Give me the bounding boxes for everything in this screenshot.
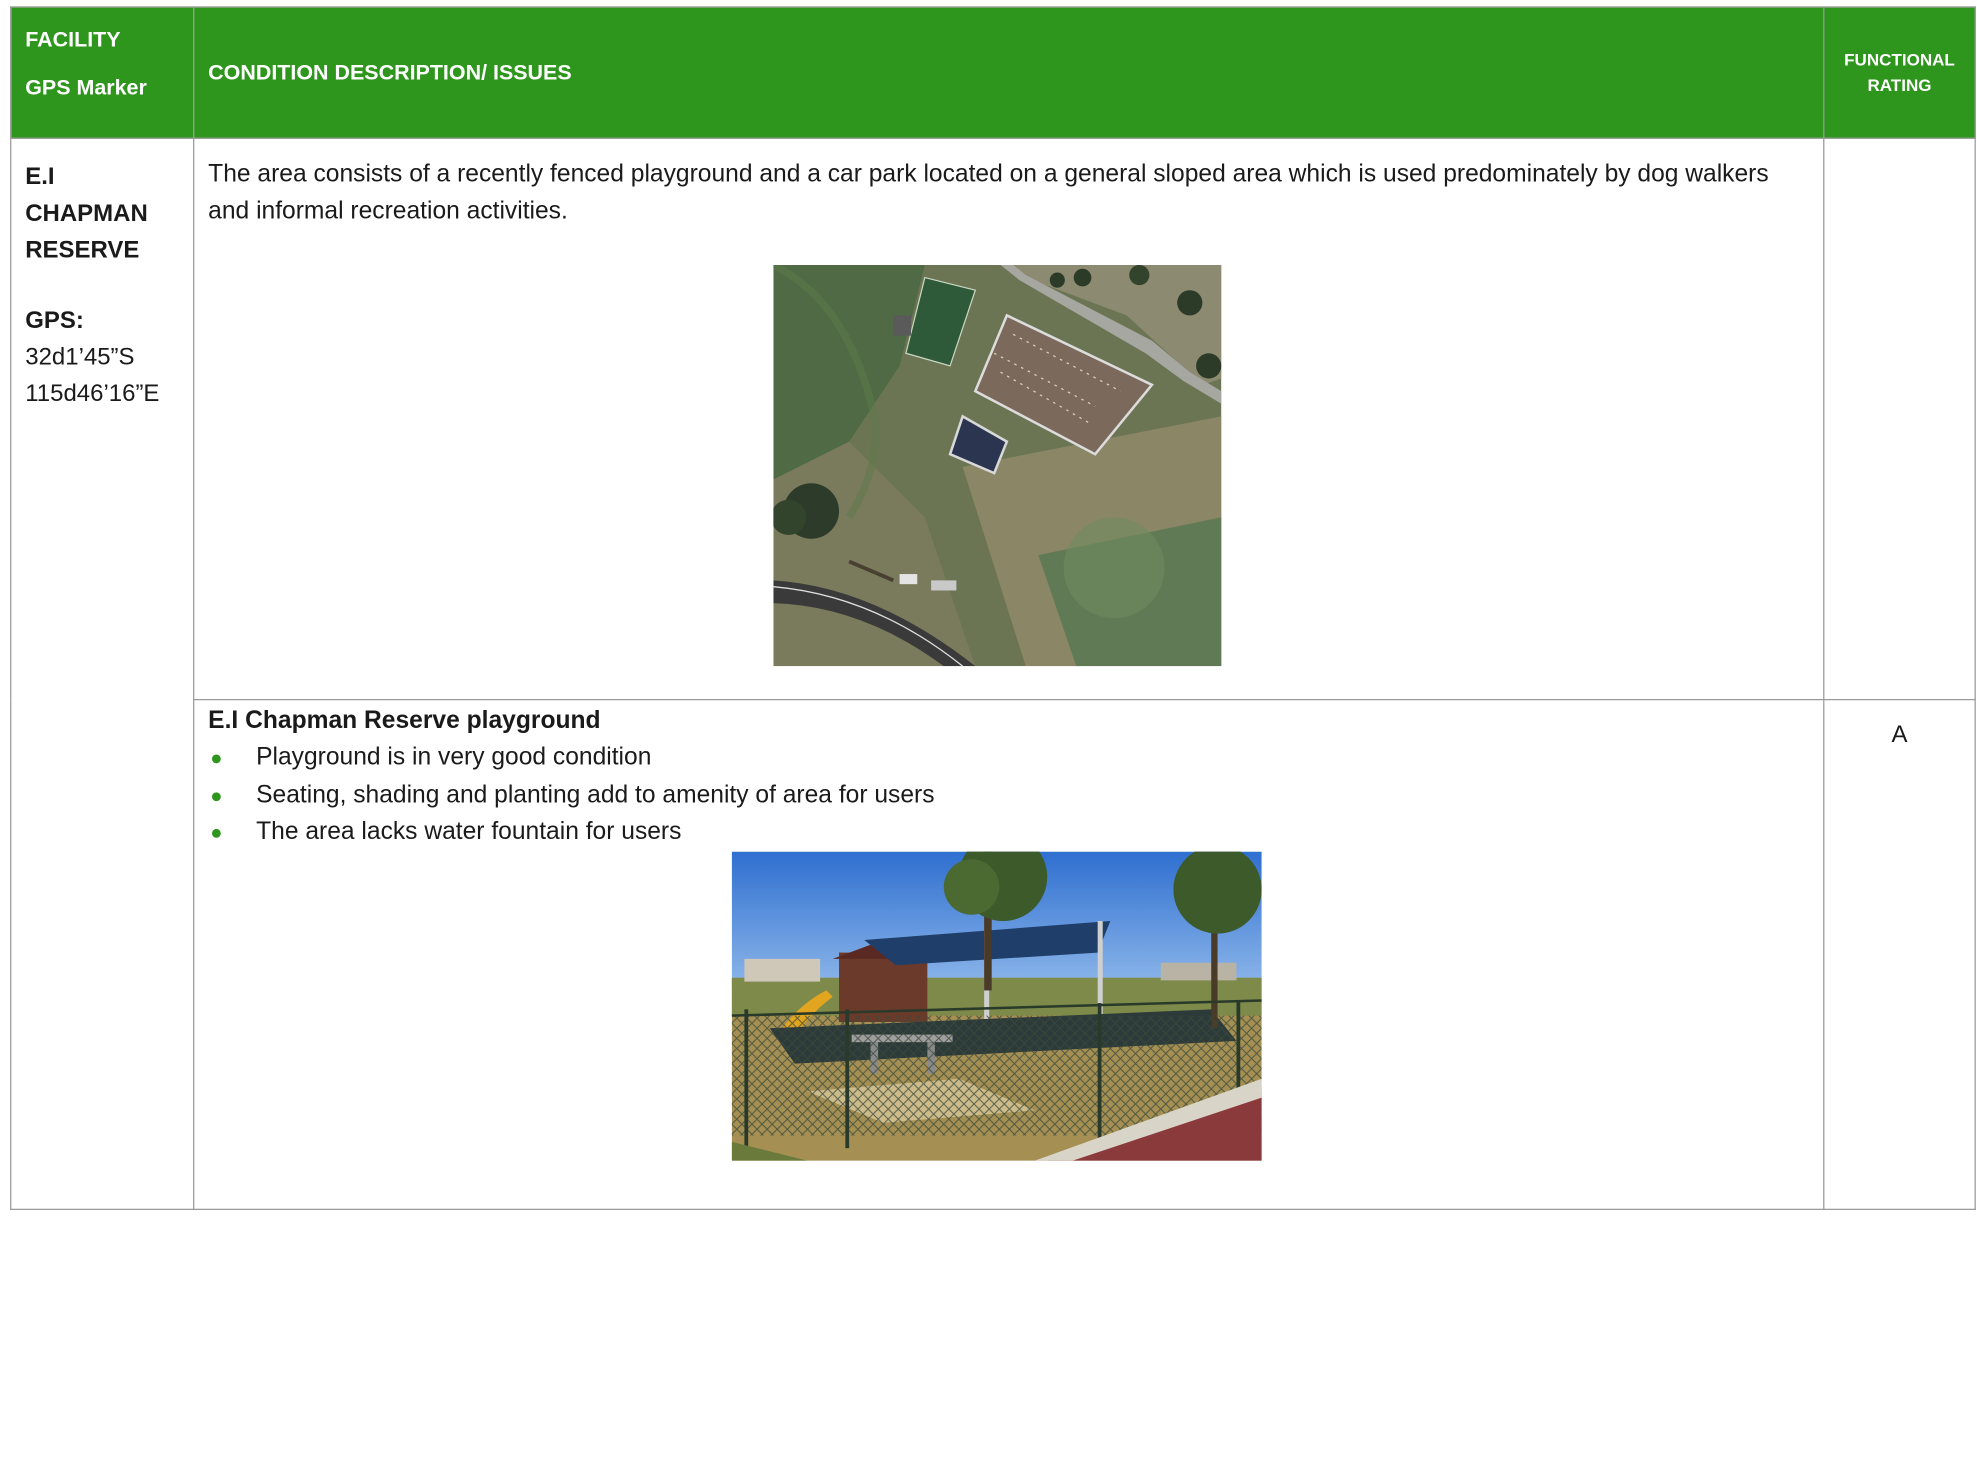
playground-description-cell: E.I Chapman Reserve playground Playgroun… [193,698,1825,1210]
gps-latitude: 32d1’45”S [25,344,135,371]
facility-name-line2: CHAPMAN [25,200,148,228]
list-item: Playground is in very good condition [208,739,1810,776]
gps-label: GPS: [25,307,84,335]
facility-name-line1: E.I [25,164,55,191]
aerial-map-image [772,264,1221,667]
playground-row: E.I Chapman Reserve playground Playgroun… [11,698,1976,1210]
issue-text: Playground is in very good condition [256,743,652,771]
header-facility: FACILITY GPS Marker [10,6,195,139]
bullet-icon [211,791,221,801]
playground-photo [731,851,1262,1161]
table-header-row: FACILITY GPS Marker CONDITION DESCRIPTIO… [10,6,1976,139]
overview-description-cell: The area consists of a recently fenced p… [193,137,1825,701]
playground-section-title: E.I Chapman Reserve playground [208,706,601,735]
bullet-icon [211,754,221,764]
page: FACILITY GPS Marker CONDITION DESCRIPTIO… [0,0,1977,1477]
playground-issues-list: Playground is in very good condition Sea… [208,739,1810,851]
header-rating-line2: RATING [1867,75,1932,94]
playground-rating: A [1823,698,1976,1210]
issue-text: Seating, shading and planting add to ame… [256,780,935,809]
header-condition: CONDITION DESCRIPTION/ ISSUES [193,6,1825,139]
issue-text: The area lacks water fountain for users [256,817,682,846]
facility-name-line3: RESERVE [25,237,140,264]
overview-row: E.I CHAPMAN RESERVE GPS: 32d1’45”S 115d4… [10,137,1976,1210]
header-functional-rating: FUNCTIONAL RATING [1823,6,1976,139]
gps-longitude: 115d46’16”E [25,381,160,408]
facility-condition-table: FACILITY GPS Marker CONDITION DESCRIPTIO… [10,6,1976,1210]
header-rating-line1: FUNCTIONAL [1844,49,1955,69]
header-gps-marker-label: GPS Marker [25,75,147,100]
overview-description: The area consists of a recently fenced p… [208,160,1769,225]
bullet-icon [211,828,221,838]
list-item: Seating, shading and planting add to ame… [208,777,1810,814]
header-facility-label: FACILITY [25,27,121,52]
overview-rating-cell [1823,137,1976,701]
facility-cell: E.I CHAPMAN RESERVE GPS: 32d1’45”S 115d4… [10,137,195,1210]
list-item: The area lacks water fountain for users [208,814,1810,851]
